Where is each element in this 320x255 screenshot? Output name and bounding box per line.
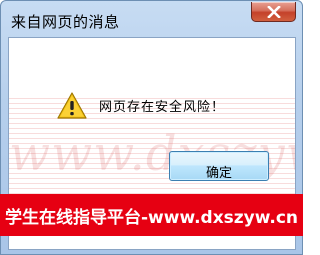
site-banner: 学生在线指导平台-www.dxszyw.cn [0,194,303,236]
ok-button[interactable]: 确定 [169,151,269,181]
warning-icon [56,91,88,121]
page: 来自网页的消息 www.dxszyw.cn 网页存在 [0,0,303,255]
title-bar: 来自网页的消息 [1,1,302,37]
dialog-message: 网页存在安全风险！ [99,100,226,115]
close-icon [252,2,295,21]
close-button[interactable] [251,2,296,22]
banner-text: 学生在线指导平台-www.dxszyw.cn [4,207,299,228]
dialog-title: 来自网页的消息 [11,13,120,31]
